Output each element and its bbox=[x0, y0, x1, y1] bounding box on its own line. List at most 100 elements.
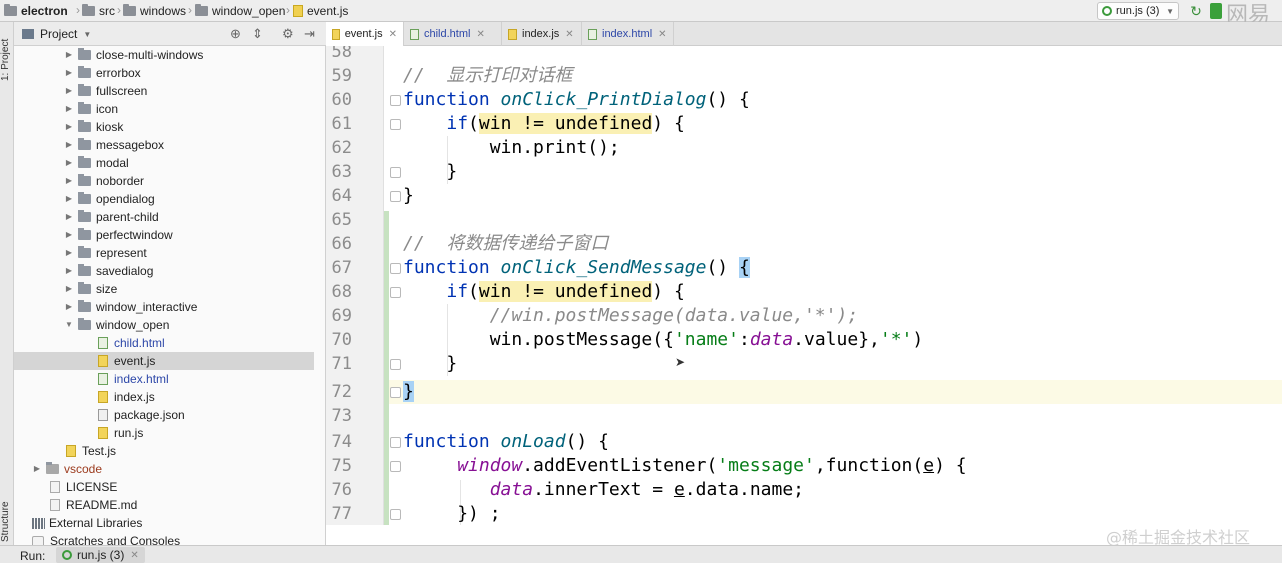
tree-item[interactable]: ▶ opendialog bbox=[14, 190, 314, 208]
chevron-right-icon[interactable]: ▶ bbox=[64, 262, 74, 280]
close-icon[interactable]: ✕ bbox=[476, 29, 484, 40]
tree-item[interactable]: ▶ represent bbox=[14, 244, 314, 262]
editor-tabs: event.js ✕ child.html ✕ index.js ✕ index.ht… bbox=[326, 22, 1282, 46]
tree-item[interactable]: package.json bbox=[14, 406, 314, 424]
project-tool-tab[interactable]: 1: Project bbox=[0, 28, 14, 92]
close-icon[interactable]: ✕ bbox=[389, 29, 397, 40]
fold-icon[interactable] bbox=[390, 437, 401, 448]
locate-file-icon[interactable]: ⊕ bbox=[230, 26, 241, 42]
tab-event-js[interactable]: event.js ✕ bbox=[326, 22, 404, 46]
chevron-right-icon[interactable]: ▶ bbox=[32, 460, 42, 478]
line-number: 60 bbox=[331, 90, 352, 110]
tree-item[interactable]: README.md bbox=[14, 496, 314, 514]
breadcrumb-window-open[interactable]: window_open bbox=[195, 3, 285, 19]
chevron-right-icon[interactable]: ▶ bbox=[64, 64, 74, 82]
collapse-all-icon[interactable]: ⇕ bbox=[252, 26, 263, 42]
tree-item[interactable]: child.html bbox=[14, 334, 314, 352]
chevron-right-icon[interactable]: ▶ bbox=[64, 82, 74, 100]
chevron-right-icon[interactable]: ▶ bbox=[64, 136, 74, 154]
fold-icon[interactable] bbox=[390, 387, 401, 398]
tree-item-selected[interactable]: event.js bbox=[14, 352, 314, 370]
fold-icon[interactable] bbox=[390, 461, 401, 472]
tab-index-html[interactable]: index.html ✕ bbox=[582, 22, 674, 46]
close-icon[interactable]: ✕ bbox=[658, 29, 666, 40]
tree-item[interactable]: ▶ kiosk bbox=[14, 118, 314, 136]
fold-icon[interactable] bbox=[390, 359, 401, 370]
fold-icon[interactable] bbox=[390, 95, 401, 106]
folder-icon bbox=[78, 264, 91, 276]
breadcrumb-electron[interactable]: electron bbox=[4, 3, 68, 19]
line-number: 64 bbox=[331, 186, 352, 206]
tree-item[interactable]: ▶ errorbox bbox=[14, 64, 314, 82]
chevron-right-icon[interactable]: ▶ bbox=[64, 226, 74, 244]
hide-panel-icon[interactable]: ⇥ bbox=[304, 26, 315, 42]
close-icon[interactable]: ✕ bbox=[565, 29, 573, 40]
fold-icon[interactable] bbox=[390, 167, 401, 178]
project-tree: ▶ close-multi-windows ▶ errorbox ▶ fullscre… bbox=[14, 46, 326, 545]
tree-item[interactable]: index.html bbox=[14, 370, 314, 388]
tree-item[interactable]: ▶ messagebox bbox=[14, 136, 314, 154]
close-icon[interactable]: ✕ bbox=[130, 550, 138, 561]
chevron-right-icon[interactable]: ▶ bbox=[64, 118, 74, 136]
run-button[interactable] bbox=[1210, 3, 1222, 19]
run-configuration-dropdown[interactable]: run.js (3) ▼ bbox=[1097, 2, 1179, 20]
tree-item[interactable]: ▶ parent-child bbox=[14, 208, 314, 226]
rerun-icon[interactable]: ↻ bbox=[1188, 3, 1204, 19]
tab-index-js[interactable]: index.js ✕ bbox=[502, 22, 582, 46]
tree-item[interactable]: ▶ modal bbox=[14, 154, 314, 172]
chevron-right-icon[interactable]: ▶ bbox=[64, 280, 74, 298]
breadcrumb-src[interactable]: src bbox=[82, 3, 115, 19]
chevron-right-icon[interactable]: ▶ bbox=[64, 100, 74, 118]
chevron-right-icon[interactable]: ▶ bbox=[64, 298, 74, 316]
line-number: 62 bbox=[331, 138, 352, 158]
tree-item[interactable]: Scratches and Consoles bbox=[14, 532, 314, 545]
line-number: 58 bbox=[331, 46, 352, 62]
fold-icon[interactable] bbox=[390, 509, 401, 520]
run-tab[interactable]: run.js (3) ✕ bbox=[56, 547, 145, 563]
folder-icon bbox=[78, 48, 91, 60]
tab-child-html[interactable]: child.html ✕ bbox=[404, 22, 502, 46]
tree-item[interactable]: ▶ noborder bbox=[14, 172, 314, 190]
breadcrumb-windows[interactable]: windows bbox=[123, 3, 186, 19]
chevron-right-icon[interactable]: ▶ bbox=[64, 244, 74, 262]
chevron-right-icon[interactable]: ▶ bbox=[64, 154, 74, 172]
chevron-right-icon[interactable]: ▶ bbox=[64, 208, 74, 226]
tree-item[interactable]: ▶ fullscreen bbox=[14, 82, 314, 100]
chevron-right-icon[interactable]: ▶ bbox=[64, 46, 74, 64]
code-line-66: // 将数据传递给子窗口 bbox=[403, 233, 609, 254]
chevron-right-icon[interactable]: ▶ bbox=[64, 172, 74, 190]
fold-icon[interactable] bbox=[390, 287, 401, 298]
tree-item[interactable]: ▶ size bbox=[14, 280, 314, 298]
navigation-bar: electron › src › windows › window_open ›… bbox=[0, 0, 1282, 28]
current-line-highlight bbox=[326, 380, 1282, 404]
breadcrumb-event-js[interactable]: event.js bbox=[293, 3, 348, 19]
tree-item[interactable]: ▶ perfectwindow bbox=[14, 226, 314, 244]
tree-item[interactable]: Test.js bbox=[14, 442, 314, 460]
tree-item[interactable]: ▶ vscode bbox=[14, 460, 314, 478]
line-number: 72 bbox=[331, 382, 352, 402]
tree-item[interactable]: index.js bbox=[14, 388, 314, 406]
tree-item[interactable]: ▶ close-multi-windows bbox=[14, 46, 314, 64]
tree-item[interactable]: ▼ window_open bbox=[14, 316, 314, 334]
tree-item[interactable]: run.js bbox=[14, 424, 314, 442]
folder-icon bbox=[78, 282, 91, 294]
tree-item[interactable]: ▶ icon bbox=[14, 100, 314, 118]
folder-icon bbox=[78, 84, 91, 96]
tree-item[interactable]: External Libraries bbox=[14, 514, 314, 532]
structure-tool-tab[interactable]: Structure bbox=[0, 492, 14, 552]
code-line-69: //win.postMessage(data.value,'*'); bbox=[489, 305, 859, 326]
project-view-selector[interactable]: Project ▼ bbox=[22, 27, 91, 41]
gear-icon[interactable]: ⚙ bbox=[282, 26, 294, 42]
fold-icon[interactable] bbox=[390, 263, 401, 274]
tree-item[interactable]: ▶ savedialog bbox=[14, 262, 314, 280]
fold-icon[interactable] bbox=[390, 119, 401, 130]
line-number: 71 bbox=[331, 354, 352, 374]
vcs-change-marker[interactable] bbox=[384, 211, 389, 525]
code-editor[interactable]: 58 59 60 61 62 63 64 65 66 67 68 69 70 7… bbox=[326, 46, 1282, 525]
tree-item[interactable]: ▶ window_interactive bbox=[14, 298, 314, 316]
tree-item[interactable]: LICENSE bbox=[14, 478, 314, 496]
fold-icon[interactable] bbox=[390, 191, 401, 202]
chevron-right-icon[interactable]: ▶ bbox=[64, 190, 74, 208]
folder-icon bbox=[46, 462, 59, 474]
chevron-down-icon[interactable]: ▼ bbox=[64, 316, 74, 334]
